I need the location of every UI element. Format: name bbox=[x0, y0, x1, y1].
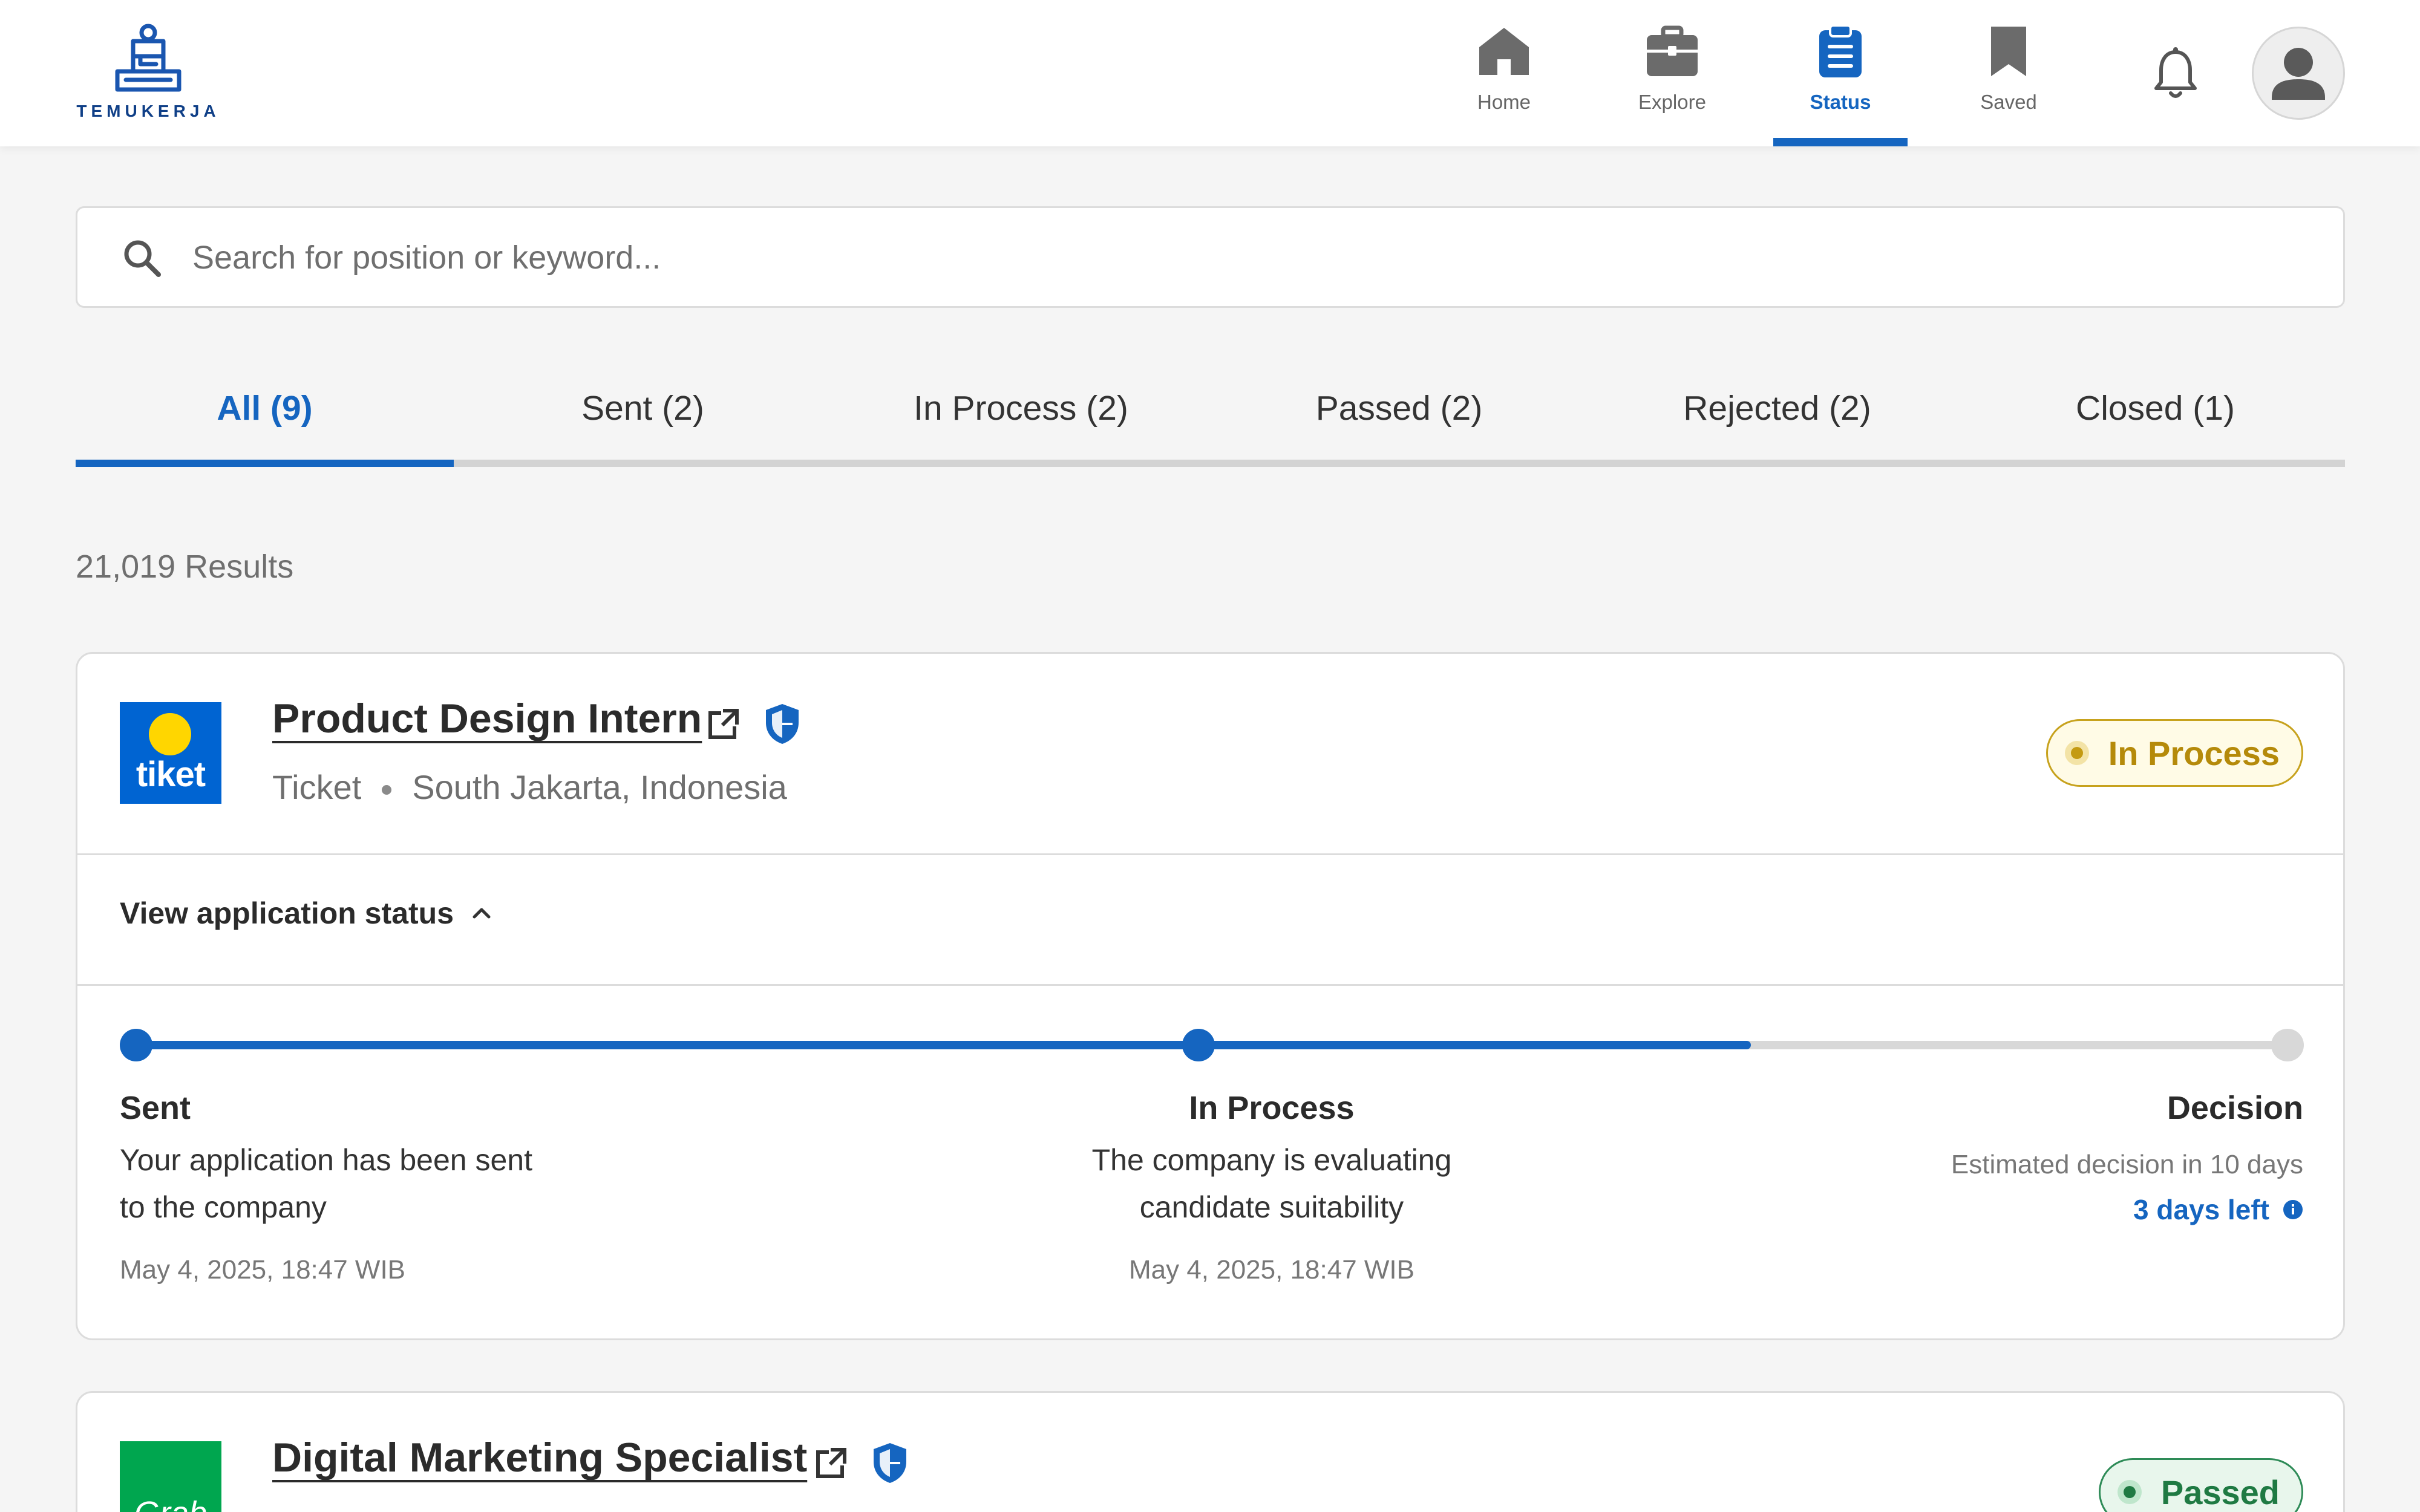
step-decision: Decision Estimated decision in 10 days 3… bbox=[1698, 1089, 2303, 1226]
view-status-label: View application status bbox=[120, 896, 454, 930]
logo-mark-icon bbox=[115, 24, 182, 92]
step-decision-dot bbox=[2271, 1029, 2304, 1061]
nav-status[interactable]: Status bbox=[1773, 0, 1908, 146]
tab-in-process-label: In Process (2) bbox=[914, 389, 1128, 428]
step-sent-desc-line2: to the company bbox=[120, 1190, 327, 1224]
tab-all[interactable]: All (9) bbox=[76, 363, 454, 467]
step-sent-dot bbox=[120, 1029, 152, 1061]
view-status-toggle[interactable]: View application status bbox=[120, 896, 492, 931]
external-link-icon[interactable] bbox=[814, 1446, 848, 1480]
days-left-link[interactable]: 3 days left bbox=[2133, 1193, 2303, 1226]
status-badge: Passed bbox=[2098, 1458, 2303, 1512]
status-badge-label: Passed bbox=[2160, 1473, 2280, 1511]
external-link-icon[interactable] bbox=[707, 707, 741, 741]
step-decision-title: Decision bbox=[2167, 1090, 2303, 1126]
nav-home-label: Home bbox=[1477, 91, 1531, 113]
status-dot-icon bbox=[2064, 741, 2089, 765]
step-in-process-desc-line2: candidate suitability bbox=[1139, 1190, 1404, 1224]
nav-saved-label: Saved bbox=[1980, 91, 2037, 113]
results-count: 21,019 Results bbox=[76, 549, 294, 585]
search-icon bbox=[124, 240, 161, 277]
job-title-link[interactable]: Digital Marketing Specialist bbox=[272, 1434, 807, 1481]
step-in-process: In Process The company is evaluating can… bbox=[909, 1089, 1635, 1285]
step-sent: Sent Your application has been sent to t… bbox=[120, 1089, 664, 1285]
decision-estimate: Estimated decision in 10 days bbox=[1951, 1150, 2303, 1179]
progress-fill bbox=[136, 1041, 1751, 1049]
briefcase-icon bbox=[1647, 25, 1698, 76]
step-sent-desc-line1: Your application has been sent bbox=[120, 1143, 533, 1177]
job-title-link[interactable]: Product Design Intern bbox=[272, 695, 702, 742]
status-progress bbox=[120, 1025, 2304, 1061]
status-badge-label: In Process bbox=[2108, 734, 2280, 772]
chevron-up-icon bbox=[473, 908, 491, 919]
tiket-logo: tiket bbox=[120, 702, 221, 804]
grab-logo-text: Grab bbox=[120, 1494, 221, 1512]
step-in-process-time: May 4, 2025, 18:47 WIB bbox=[1128, 1255, 1415, 1285]
home-icon bbox=[1479, 28, 1529, 75]
status-dot-icon bbox=[2117, 1480, 2142, 1504]
tab-closed[interactable]: Closed (1) bbox=[1966, 363, 2344, 467]
tab-rejected[interactable]: Rejected (2) bbox=[1588, 363, 1966, 467]
separator-dot bbox=[382, 785, 392, 795]
job-meta: Ticket South Jakarta, Indonesia bbox=[272, 767, 787, 807]
temukerja-logo[interactable]: TEMUKERJA bbox=[76, 23, 221, 126]
tab-sent[interactable]: Sent (2) bbox=[454, 363, 832, 467]
step-in-process-dot bbox=[1182, 1029, 1215, 1061]
tab-sent-label: Sent (2) bbox=[581, 389, 704, 428]
tab-in-process[interactable]: In Process (2) bbox=[832, 363, 1210, 467]
verified-shield-icon bbox=[874, 1443, 906, 1483]
days-left-label: 3 days left bbox=[2133, 1194, 2269, 1225]
bookmark-icon bbox=[1991, 27, 2026, 76]
job-card: tiket Product Design Intern Ticket South … bbox=[76, 652, 2345, 1340]
bell-icon[interactable] bbox=[2151, 47, 2200, 102]
tiket-logo-text: tiket bbox=[136, 755, 206, 794]
step-in-process-title: In Process bbox=[1189, 1090, 1355, 1126]
search-bar[interactable] bbox=[76, 206, 2345, 308]
tab-rejected-label: Rejected (2) bbox=[1683, 389, 1871, 428]
step-in-process-desc-line1: The company is evaluating bbox=[1091, 1143, 1452, 1177]
nav-home[interactable]: Home bbox=[1437, 0, 1571, 146]
step-sent-time: May 4, 2025, 18:47 WIB bbox=[120, 1255, 406, 1285]
search-input[interactable] bbox=[192, 226, 2249, 289]
nav-explore-label: Explore bbox=[1638, 91, 1706, 113]
grab-logo: Grab bbox=[120, 1441, 221, 1512]
clipboard-icon bbox=[1819, 24, 1862, 77]
card-divider bbox=[77, 984, 2343, 986]
job-location: South Jakarta, Indonesia bbox=[412, 768, 787, 806]
job-card: Grab Digital Marketing Specialist Passed bbox=[76, 1391, 2345, 1512]
card-divider bbox=[77, 853, 2343, 855]
tab-passed-label: Passed (2) bbox=[1315, 389, 1483, 428]
profile-avatar[interactable] bbox=[2252, 27, 2345, 120]
nav-saved[interactable]: Saved bbox=[1941, 0, 2076, 146]
status-tabs: All (9) Sent (2) In Process (2) Passed (… bbox=[76, 363, 2345, 467]
tab-closed-label: Closed (1) bbox=[2076, 389, 2235, 428]
nav-explore[interactable]: Explore bbox=[1605, 0, 1739, 146]
step-sent-title: Sent bbox=[120, 1090, 191, 1126]
tab-passed[interactable]: Passed (2) bbox=[1210, 363, 1588, 467]
nav-active-indicator bbox=[1773, 138, 1908, 146]
info-icon bbox=[2283, 1200, 2303, 1219]
verified-shield-icon bbox=[766, 704, 799, 744]
status-badge: In Process bbox=[2046, 719, 2303, 787]
company-name: Ticket bbox=[272, 768, 362, 806]
tab-all-label: All (9) bbox=[217, 389, 313, 428]
avatar-icon bbox=[2272, 48, 2325, 100]
logo-wordmark: TEMUKERJA bbox=[76, 102, 220, 120]
nav-status-label: Status bbox=[1810, 91, 1871, 113]
tab-active-indicator bbox=[76, 460, 454, 467]
top-header: TEMUKERJA Home Explore Status Saved bbox=[0, 0, 2420, 146]
